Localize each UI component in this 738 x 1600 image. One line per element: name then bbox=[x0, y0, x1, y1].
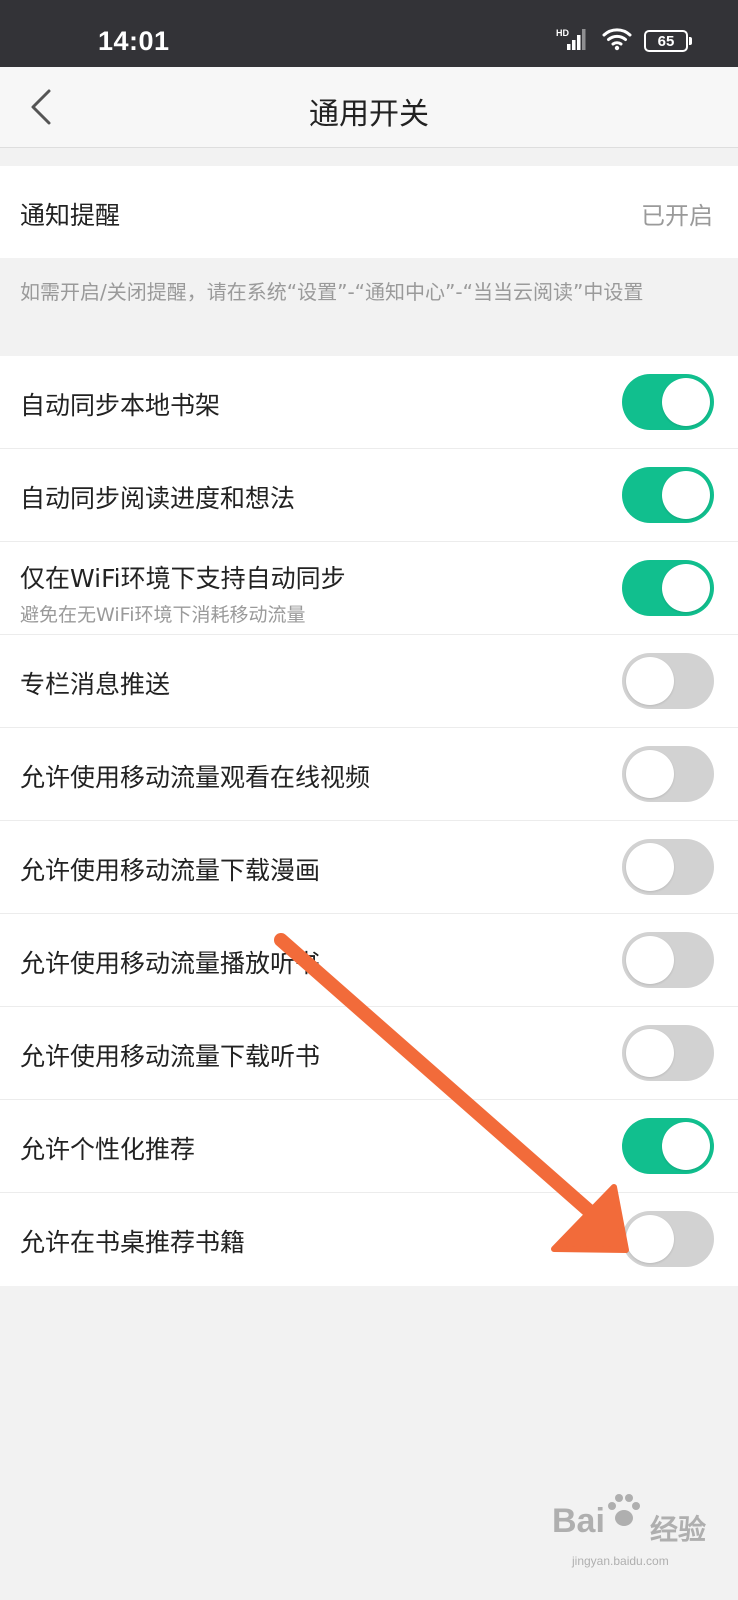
toggle-row-mobile-video: 允许使用移动流量观看在线视频 bbox=[0, 728, 738, 821]
status-time: 14:01 bbox=[98, 26, 170, 56]
toggle-row-sync-progress: 自动同步阅读进度和想法 bbox=[0, 449, 738, 542]
toggle-sublabel: 避免在无WiFi环境下消耗移动流量 bbox=[20, 604, 306, 626]
watermark-suffix: 经验 bbox=[650, 1513, 707, 1546]
toggle-list: 自动同步本地书架 自动同步阅读进度和想法 仅在WiFi环境下支持自动同步 避免在… bbox=[0, 356, 738, 1286]
wifi-icon bbox=[602, 27, 632, 55]
switch-knob bbox=[662, 1122, 710, 1170]
desk-recommend-switch[interactable] bbox=[622, 1211, 714, 1267]
sync-bookshelf-switch[interactable] bbox=[622, 374, 714, 430]
toggle-label: 专栏消息推送 bbox=[20, 670, 171, 699]
column-push-switch[interactable] bbox=[622, 653, 714, 709]
switch-knob bbox=[662, 378, 710, 426]
switch-knob bbox=[626, 750, 674, 798]
mobile-audiobook-download-switch[interactable] bbox=[622, 1025, 714, 1081]
wifi-only-sync-switch[interactable] bbox=[622, 560, 714, 616]
toggle-label: 允许使用移动流量下载听书 bbox=[20, 1042, 321, 1071]
network-badge: HD bbox=[556, 28, 569, 38]
baidu-jingyan-watermark: Bai 经验 jingyan.baidu.com bbox=[552, 1488, 722, 1578]
notification-status: 已开启 bbox=[641, 202, 713, 230]
toggle-row-mobile-comic-download: 允许使用移动流量下载漫画 bbox=[0, 821, 738, 914]
mobile-comic-download-switch[interactable] bbox=[622, 839, 714, 895]
toggle-label: 允许使用移动流量观看在线视频 bbox=[20, 763, 371, 792]
toggle-label: 允许使用移动流量下载漫画 bbox=[20, 856, 321, 885]
toggle-label: 允许使用移动流量播放听书 bbox=[20, 949, 321, 978]
toggle-label: 自动同步阅读进度和想法 bbox=[20, 484, 296, 513]
status-bar: 14:01 HD 65 bbox=[0, 0, 738, 67]
battery-level: 65 bbox=[657, 32, 675, 50]
toggle-label: 允许在书桌推荐书籍 bbox=[20, 1228, 246, 1257]
personalized-recommend-switch[interactable] bbox=[622, 1118, 714, 1174]
page-title: 通用开关 bbox=[309, 97, 429, 132]
switch-knob bbox=[626, 843, 674, 891]
switch-knob bbox=[626, 1029, 674, 1077]
notification-row: 通知提醒 已开启 bbox=[0, 166, 738, 258]
paw-icon bbox=[608, 1494, 640, 1526]
switch-knob bbox=[626, 657, 674, 705]
toggle-row-mobile-audiobook-download: 允许使用移动流量下载听书 bbox=[0, 1007, 738, 1100]
notification-label: 通知提醒 bbox=[20, 201, 121, 230]
mobile-video-switch[interactable] bbox=[622, 746, 714, 802]
nav-bar: 通用开关 bbox=[0, 67, 738, 148]
signal-icon: HD bbox=[556, 27, 590, 55]
status-icons: HD 65 bbox=[556, 27, 692, 55]
toggle-row-desk-recommend: 允许在书桌推荐书籍 bbox=[0, 1193, 738, 1286]
switch-knob bbox=[662, 471, 710, 519]
switch-knob bbox=[662, 564, 710, 612]
toggle-label: 允许个性化推荐 bbox=[20, 1135, 196, 1164]
toggle-row-column-push: 专栏消息推送 bbox=[0, 635, 738, 728]
mobile-audiobook-play-switch[interactable] bbox=[622, 932, 714, 988]
toggle-row-personalized-recommend: 允许个性化推荐 bbox=[0, 1100, 738, 1193]
toggle-row-mobile-audiobook-play: 允许使用移动流量播放听书 bbox=[0, 914, 738, 1007]
notification-notice: 如需开启/关闭提醒，请在系统“设置”-“通知中心”-“当当云阅读”中设置 bbox=[20, 280, 644, 304]
battery-icon: 65 bbox=[644, 30, 692, 52]
toggle-row-wifi-only-sync: 仅在WiFi环境下支持自动同步 避免在无WiFi环境下消耗移动流量 bbox=[0, 542, 738, 635]
toggle-label: 自动同步本地书架 bbox=[20, 391, 221, 420]
sync-progress-switch[interactable] bbox=[622, 467, 714, 523]
switch-knob bbox=[626, 936, 674, 984]
toggle-label: 仅在WiFi环境下支持自动同步 bbox=[20, 564, 346, 593]
watermark-url: jingyan.baidu.com bbox=[572, 1554, 669, 1568]
switch-knob bbox=[626, 1215, 674, 1263]
toggle-row-sync-bookshelf: 自动同步本地书架 bbox=[0, 356, 738, 449]
watermark-brand: Bai bbox=[552, 1502, 605, 1540]
